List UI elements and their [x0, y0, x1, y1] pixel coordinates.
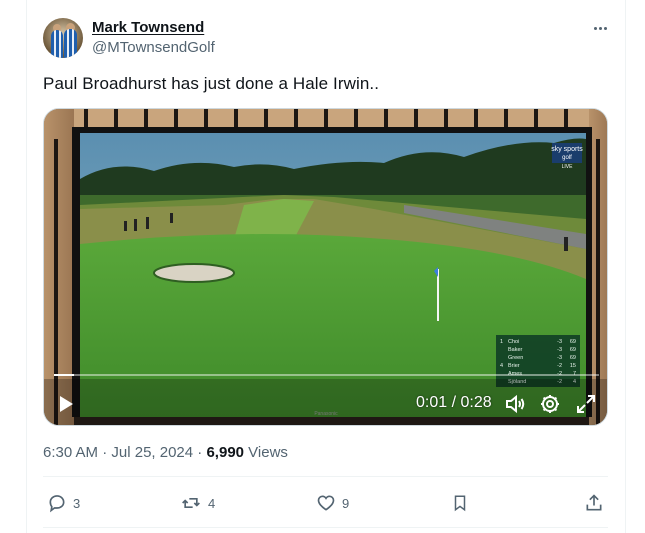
tweet-date[interactable]: Jul 25, 2024 [111, 444, 193, 461]
settings-gear-icon[interactable] [538, 392, 562, 416]
bookmark-button[interactable] [451, 492, 469, 514]
leaderboard-name: Brier [508, 363, 520, 369]
svg-text:LIVE: LIVE [562, 164, 574, 170]
leaderboard-thru: 69 [570, 339, 576, 345]
bookmark-icon [454, 495, 466, 512]
repost-button[interactable]: 4 [180, 492, 215, 514]
leaderboard-score: -3 [557, 339, 562, 345]
play-button[interactable] [56, 394, 76, 414]
share-button[interactable] [584, 492, 604, 514]
views-label: Views [244, 444, 288, 461]
leaderboard-score: -2 [557, 363, 562, 369]
share-icon [586, 494, 602, 511]
leaderboard-pos: 1 [500, 339, 503, 345]
video-frame: sky sports golf LIVE 1 Choi -3 69 Baker -3 69 G… [44, 109, 607, 425]
reply-button[interactable]: 3 [47, 492, 80, 514]
heart-icon [317, 495, 335, 511]
author-handle[interactable]: @MTownsendGolf [92, 39, 215, 56]
svg-text:golf: golf [562, 155, 572, 161]
video-timestamp: 0:01 / 0:28 [416, 394, 492, 411]
meta-separator-2: · [193, 444, 207, 461]
repost-count: 4 [208, 495, 216, 511]
reply-icon [49, 495, 65, 513]
tweet-text: Paul Broadhurst has just done a Hale Irw… [43, 74, 380, 93]
leaderboard-name: Choi [508, 339, 519, 345]
divider-bottom [43, 527, 608, 528]
author-name[interactable]: Mark Townsend [92, 19, 204, 36]
reply-count: 3 [73, 495, 81, 511]
leaderboard-name: Green [508, 355, 523, 361]
tweet-time[interactable]: 6:30 AM [43, 444, 98, 461]
leaderboard-name: Baker [508, 347, 523, 353]
leaderboard-score: -3 [557, 355, 562, 361]
leaderboard-thru: 69 [570, 347, 576, 353]
views-count: 6,990 [206, 444, 245, 461]
svg-text:Panasonic: Panasonic [314, 411, 338, 417]
meta-separator: · [98, 444, 112, 461]
like-button[interactable]: 9 [316, 492, 349, 514]
avatar[interactable] [43, 18, 83, 58]
repost-icon [182, 498, 200, 508]
volume-icon[interactable] [503, 392, 527, 416]
tweet-meta: 6:30 AM · Jul 25, 2024 · 6,990 Views [43, 444, 288, 461]
divider [43, 476, 608, 477]
video-player[interactable]: sky sports golf LIVE 1 Choi -3 69 Baker -3 69 G… [43, 108, 608, 426]
leaderboard-score: -3 [557, 347, 562, 353]
svg-text:sky sports: sky sports [551, 146, 583, 153]
more-options-icon[interactable] [590, 20, 610, 36]
leaderboard-thru: 15 [570, 363, 576, 369]
like-count: 9 [342, 495, 350, 511]
fullscreen-icon[interactable] [574, 392, 598, 416]
leaderboard-pos: 4 [500, 363, 503, 369]
leaderboard-thru: 69 [570, 355, 576, 361]
